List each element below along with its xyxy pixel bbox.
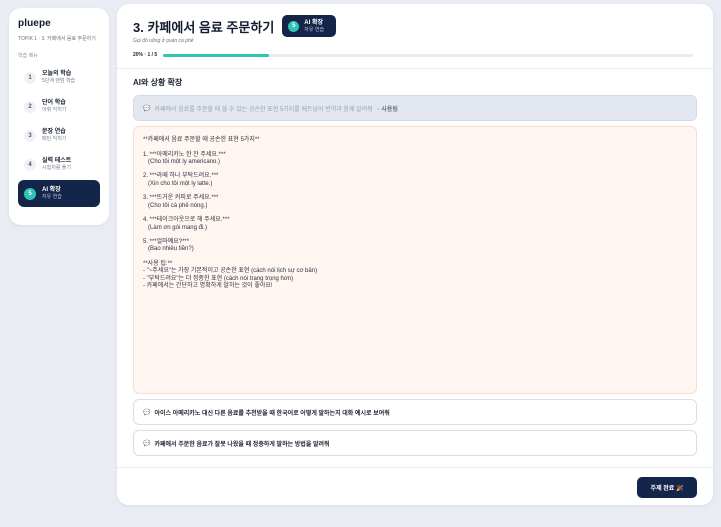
page-title: 3. 카페에서 음료 주문하기 [133,19,275,35]
page-subtitle: Gọi đồ uống ở quán cà phê [133,38,194,44]
suggestion-prompt[interactable]: 💬 아이스 아메리카노 대신 다른 음료를 추천받을 때 한국어로 어떻게 말하… [133,399,697,425]
lesson-header: 3. 카페에서 음료 주문하기 5 AI 확장 자유 연습 Gọi đồ uốn… [117,4,713,69]
progress-fill [163,53,270,57]
progress-bar [163,53,694,57]
step-badge: 5 AI 확장 자유 연습 [282,15,337,37]
sidebar-item-label: AI 확장 [42,187,61,193]
sidebar-item-sublabel: 5단계 랜덤 학습 [42,78,76,84]
sidebar-item-vocabulary[interactable]: 2 단어 학습 어휘 익히기 [18,93,100,120]
logo: pluepe [18,18,51,29]
main-panel: 3. 카페에서 음료 주문하기 5 AI 확장 자유 연습 Gọi đồ uốn… [117,4,713,505]
step-list: 1 오늘의 학습 5단계 랜덤 학습 2 단어 학습 어휘 익히기 3 문장 연… [18,64,100,207]
badge-number: 5 [288,20,300,32]
sidebar-item-sublabel: 패턴 익히기 [42,136,67,142]
sidebar-item-test[interactable]: 4 실력 테스트 시험처럼 풀기 [18,151,100,178]
progress-label: 20% · 1 / 5 [133,52,158,58]
chat-icon: 💬 [143,440,151,447]
step-number: 4 [24,158,36,171]
step-number: 3 [24,129,36,142]
prompt-status: · 사용됨 [377,106,398,113]
chat-icon: 💬 [143,409,151,416]
suggestion-text: 아이스 아메리카노 대신 다른 음료를 추천받을 때 한국어로 어떻게 말하는지… [154,410,390,417]
badge-subtitle: 자유 연습 [304,26,325,33]
suggestion-prompt[interactable]: 💬 카페에서 주문한 음료가 잘못 나왔을 때 정중하게 말하는 방법을 알려줘 [133,430,697,456]
footer-bar: 주제 완료 🎉 [117,467,713,505]
course-breadcrumb: TOPIK 1 · 3. 카페에서 음료 주문하기 [18,36,96,42]
step-number: 1 [24,71,36,84]
sidebar-item-label: 실력 테스트 [42,158,72,164]
step-number: 2 [24,100,36,113]
sidebar: pluepe TOPIK 1 · 3. 카페에서 음료 주문하기 학습 메뉴 1… [9,8,109,225]
suggestion-text: 카페에서 주문한 음료가 잘못 나왔을 때 정중하게 말하는 방법을 알려줘 [154,441,330,448]
sidebar-item-label: 문장 연습 [42,129,66,135]
step-number: 5 [24,187,36,200]
complete-topic-button[interactable]: 주제 완료 🎉 [637,477,697,498]
chat-icon: 💬 [143,105,151,112]
ai-answer: **카페에서 음료 주문할 때 공손한 표현 5가지** 1. ***아메리카노… [133,126,697,394]
sidebar-item-sentences[interactable]: 3 문장 연습 패턴 익히기 [18,122,100,149]
sidebar-item-today[interactable]: 1 오늘의 학습 5단계 랜덤 학습 [18,64,100,91]
sidebar-item-label: 단어 학습 [42,100,66,106]
sidebar-item-sublabel: 자유 연습 [42,194,62,200]
sidebar-item-label: 오늘의 학습 [42,71,72,77]
prompt-text: 카페에서 음료를 주문할 때 쓸 수 있는 공손한 표현 5가지를 베트남어 번… [154,106,373,113]
badge-title: AI 확장 [304,19,323,26]
used-prompt: 💬 카페에서 음료를 주문할 때 쓸 수 있는 공손한 표현 5가지를 베트남어… [133,95,697,121]
section-title: AI와 상황 확장 [133,78,183,87]
menu-title: 학습 메뉴 [18,53,38,59]
sidebar-item-ai-expansion[interactable]: 5 AI 확장 자유 연습 [18,180,100,207]
sidebar-item-sublabel: 어휘 익히기 [42,107,67,113]
sidebar-item-sublabel: 시험처럼 풀기 [42,165,71,171]
